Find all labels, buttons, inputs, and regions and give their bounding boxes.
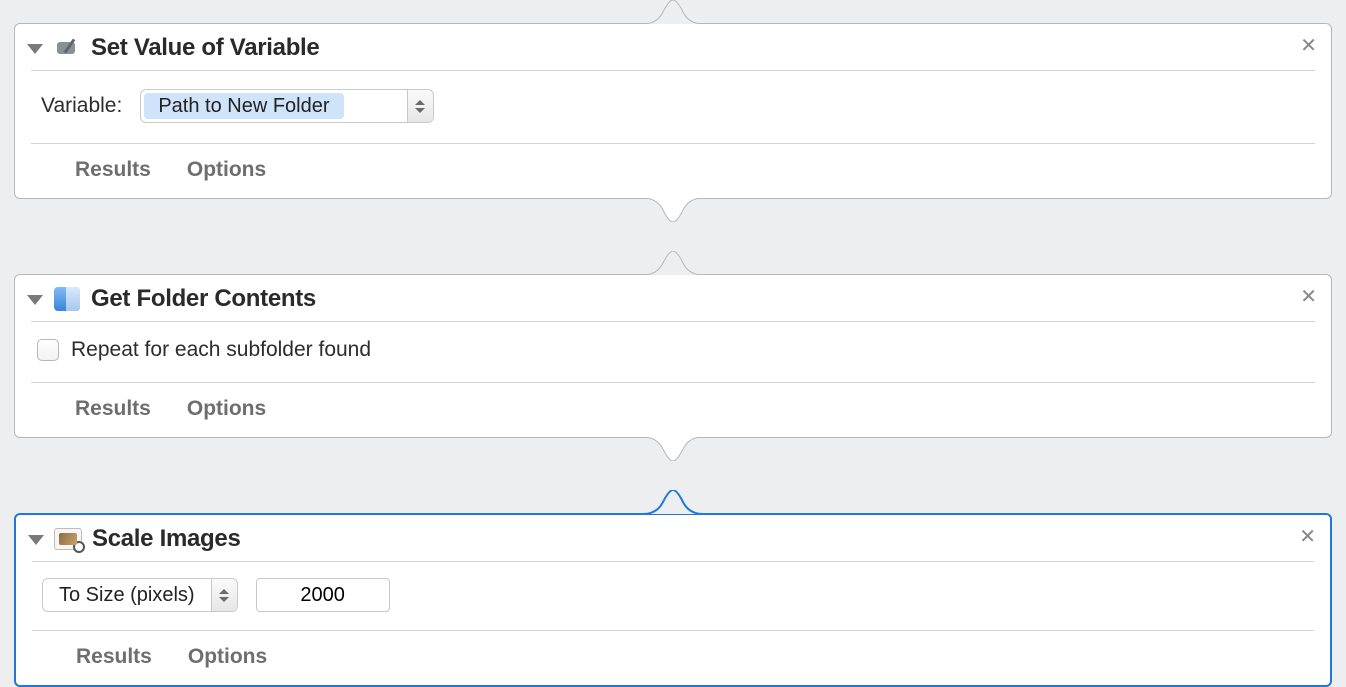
action-options: Variable: Path to New Folder xyxy=(15,71,1331,143)
results-tab[interactable]: Results xyxy=(76,645,152,669)
options-tab[interactable]: Options xyxy=(187,158,266,182)
action-header[interactable]: Scale Images ✕ xyxy=(16,515,1330,561)
results-tab[interactable]: Results xyxy=(75,158,151,182)
flow-connector xyxy=(14,490,1332,514)
action-options: Repeat for each subfolder found xyxy=(15,322,1331,382)
disclosure-triangle-icon[interactable] xyxy=(27,295,43,305)
variable-token[interactable]: Path to New Folder xyxy=(144,93,343,119)
close-icon[interactable]: ✕ xyxy=(1299,527,1316,547)
flow-connector xyxy=(14,0,1332,24)
stepper-icon[interactable] xyxy=(211,579,237,611)
flow-connector xyxy=(14,251,1332,275)
close-icon[interactable]: ✕ xyxy=(1300,287,1317,307)
close-icon[interactable]: ✕ xyxy=(1300,36,1317,56)
action-options: To Size (pixels) xyxy=(16,562,1330,630)
scale-size-input[interactable] xyxy=(256,578,390,612)
disclosure-triangle-icon[interactable] xyxy=(28,535,44,545)
action-footer: Results Options xyxy=(16,631,1330,685)
scale-mode-value: To Size (pixels) xyxy=(43,579,211,611)
action-set-variable[interactable]: Set Value of Variable ✕ Variable: Path t… xyxy=(14,23,1332,199)
action-scale-images[interactable]: Scale Images ✕ To Size (pixels) Results … xyxy=(14,513,1332,687)
results-tab[interactable]: Results xyxy=(75,397,151,421)
action-footer: Results Options xyxy=(15,383,1331,437)
scale-mode-combo[interactable]: To Size (pixels) xyxy=(42,578,238,612)
action-header[interactable]: Get Folder Contents ✕ xyxy=(15,275,1331,321)
options-tab[interactable]: Options xyxy=(187,397,266,421)
action-title: Get Folder Contents xyxy=(91,285,316,313)
options-tab[interactable]: Options xyxy=(188,645,267,669)
disclosure-triangle-icon[interactable] xyxy=(27,44,43,54)
action-get-folder-contents[interactable]: Get Folder Contents ✕ Repeat for each su… xyxy=(14,274,1332,438)
finder-icon xyxy=(53,286,81,312)
variable-combo[interactable]: Path to New Folder xyxy=(140,89,433,123)
flow-connector xyxy=(14,437,1332,461)
action-title: Scale Images xyxy=(92,525,241,553)
preview-icon xyxy=(54,526,82,552)
action-header[interactable]: Set Value of Variable ✕ xyxy=(15,24,1331,70)
repeat-label: Repeat for each subfolder found xyxy=(71,338,371,362)
automator-icon xyxy=(53,35,81,61)
flow-connector xyxy=(14,198,1332,222)
variable-label: Variable: xyxy=(41,94,122,118)
action-footer: Results Options xyxy=(15,144,1331,198)
stepper-icon[interactable] xyxy=(407,90,433,122)
repeat-checkbox[interactable] xyxy=(37,339,59,361)
action-title: Set Value of Variable xyxy=(91,34,319,62)
